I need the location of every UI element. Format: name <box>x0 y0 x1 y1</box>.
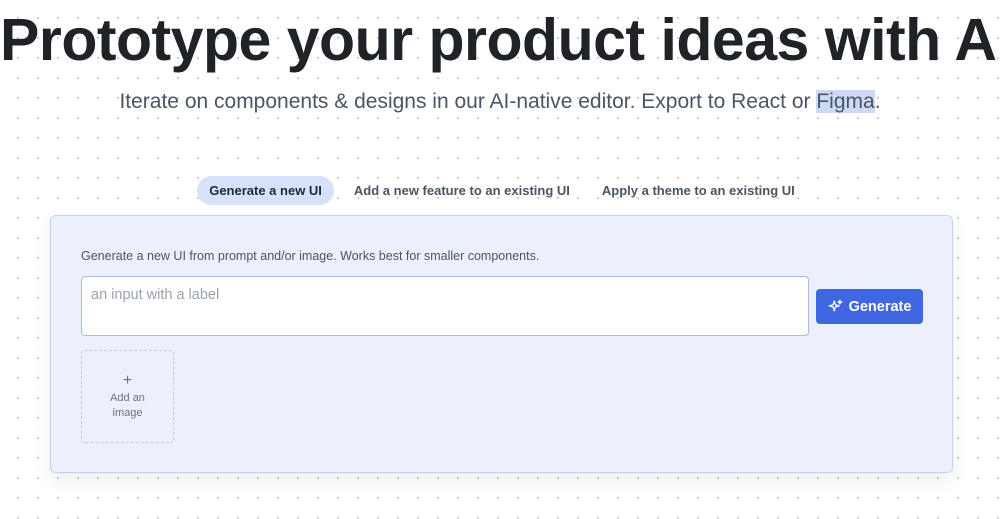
generate-panel: Generate a new UI from prompt and/or ima… <box>50 215 953 473</box>
generate-button[interactable]: Generate <box>816 289 923 324</box>
subtitle-period: . <box>874 90 881 113</box>
prompt-input[interactable] <box>81 276 809 336</box>
tab-apply-theme[interactable]: Apply a theme to an existing UI <box>590 176 807 205</box>
subtitle-highlighted-text: Figma <box>816 90 875 113</box>
tab-generate-new-ui[interactable]: Generate a new UI <box>197 176 334 205</box>
generate-button-label: Generate <box>848 298 912 315</box>
tab-add-feature[interactable]: Add a new feature to an existing UI <box>342 176 582 205</box>
page-title: Prototype your product ideas with AI. <box>0 7 1000 73</box>
panel-hint: Generate a new UI from prompt and/or ima… <box>81 249 540 263</box>
page-subtitle: Iterate on components & designs in our A… <box>0 86 1000 118</box>
subtitle-text: Iterate on components & designs in our A… <box>119 90 817 113</box>
sparkle-icon <box>828 299 843 314</box>
mode-tabs: Generate a new UI Add a new feature to a… <box>0 176 1000 205</box>
add-image-button[interactable]: + Add an image <box>81 350 174 443</box>
add-image-label: Add an image <box>110 391 145 419</box>
plus-icon: + <box>122 371 133 389</box>
